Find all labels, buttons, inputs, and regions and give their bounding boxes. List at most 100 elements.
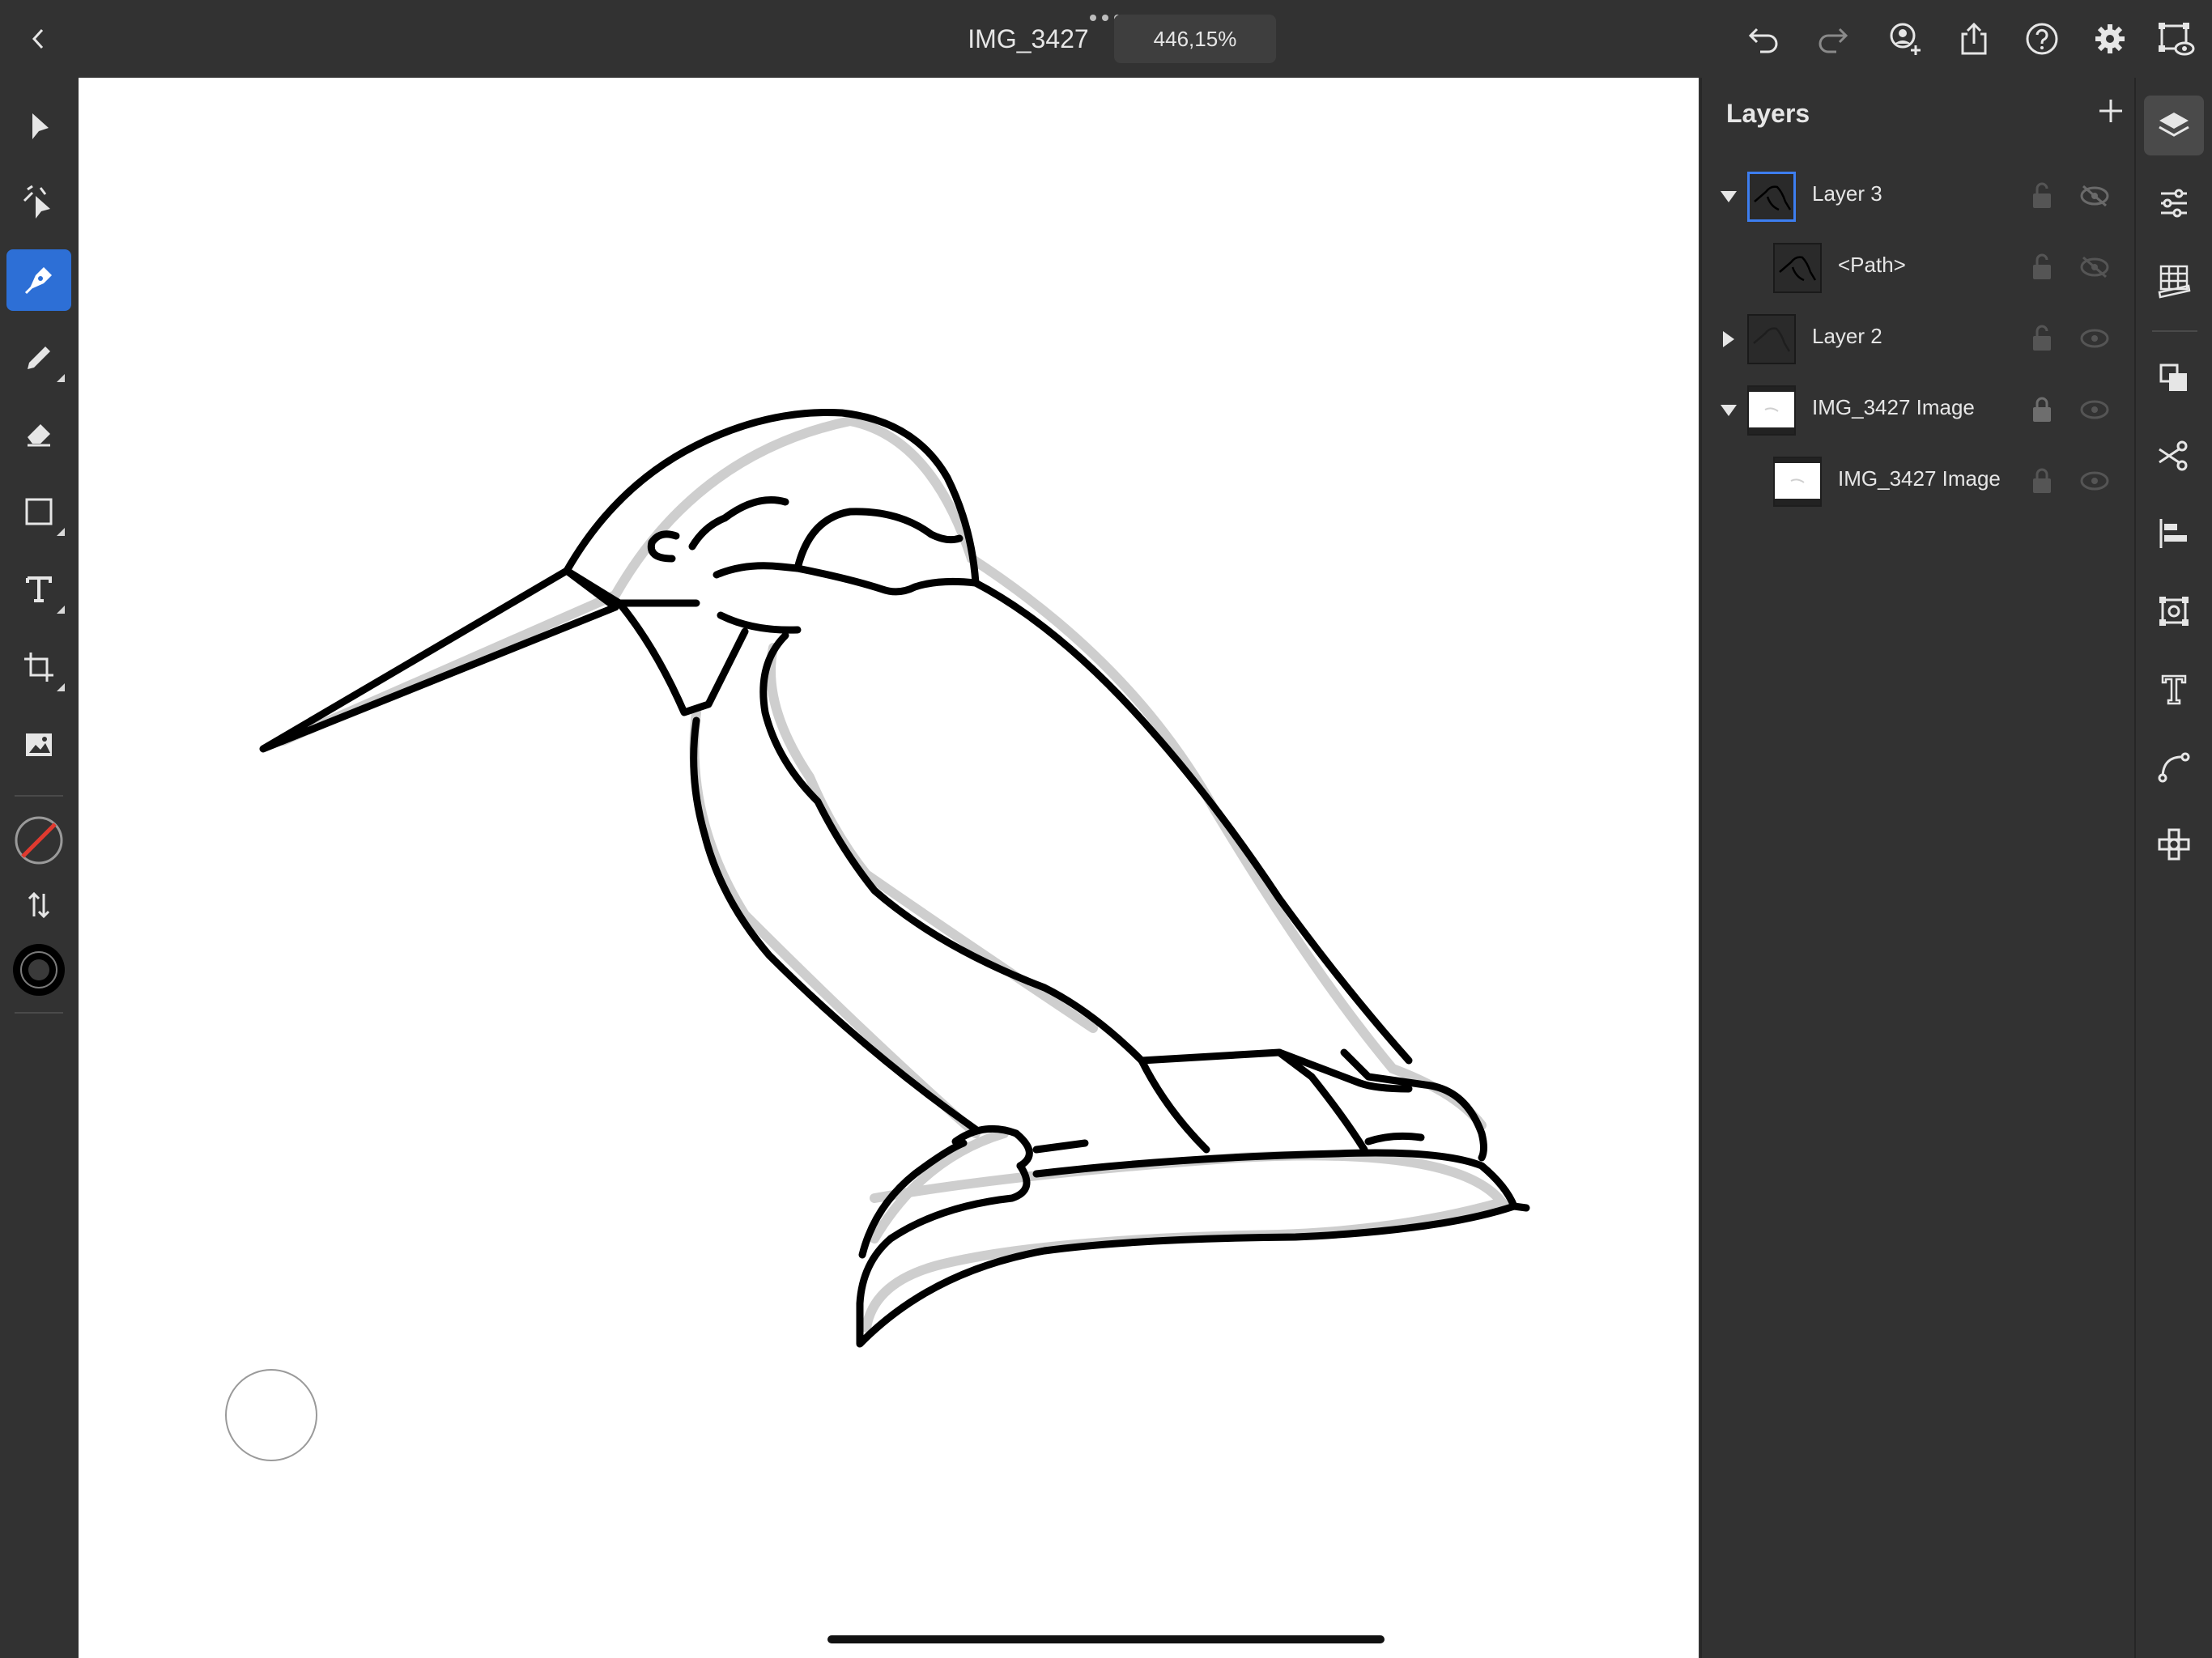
undo-button[interactable] — [1738, 15, 1789, 63]
share-button[interactable] — [1948, 15, 2000, 63]
place-image-tool[interactable] — [6, 714, 71, 776]
layer-row-path[interactable]: <Path> — [1702, 233, 2134, 304]
redo-button[interactable] — [1807, 15, 1859, 63]
layers-panel: Layers Layer 3 <Path> Layer 2 IMG_3427 I… — [1700, 78, 2134, 1658]
lock-toggle[interactable] — [2026, 180, 2058, 212]
collapse-toggle[interactable] — [1718, 400, 1739, 421]
no-fill-swatch-icon — [15, 816, 63, 865]
help-button[interactable] — [2016, 15, 2068, 63]
path-operations-button[interactable] — [2144, 426, 2204, 486]
layer-name: IMG_3427 Image — [1838, 466, 2001, 491]
visibility-toggle[interactable] — [2074, 322, 2115, 355]
eye-icon — [2080, 329, 2109, 348]
layers-icon — [2159, 113, 2189, 137]
type-tool[interactable] — [6, 559, 71, 620]
layer-row-image[interactable]: IMG_3427 Image — [1702, 447, 2134, 518]
gear-icon — [2095, 24, 2125, 53]
layer-name: IMG_3427 Image — [1812, 395, 1975, 419]
collapse-toggle[interactable] — [1718, 186, 1739, 207]
properties-icon — [2161, 189, 2187, 218]
stroke-color-swatch[interactable] — [6, 939, 71, 1001]
pen-tool[interactable] — [6, 249, 71, 311]
zoom-level[interactable]: 446,15% — [1114, 15, 1276, 63]
swap-colors-button[interactable] — [6, 874, 71, 936]
visibility-toggle[interactable] — [2074, 180, 2115, 212]
pen-icon — [24, 267, 52, 295]
layer-thumbnail — [1773, 457, 1822, 507]
path-button[interactable] — [2144, 737, 2204, 797]
triangle-right-icon — [1723, 331, 1734, 347]
arrange-icon — [2159, 363, 2187, 391]
scissors-icon — [2159, 440, 2188, 471]
artboard-canvas[interactable] — [79, 78, 1699, 1658]
fill-color-swatch[interactable] — [6, 810, 71, 871]
visibility-toggle[interactable] — [2074, 393, 2115, 426]
help-icon — [2026, 23, 2058, 55]
toolbar-divider — [15, 1012, 63, 1014]
lock-icon — [2033, 468, 2051, 493]
layer-row-layer-2[interactable]: Layer 2 — [1702, 304, 2134, 376]
triangle-down-icon — [1721, 405, 1737, 416]
type-panel-button[interactable] — [2144, 659, 2204, 719]
back-button[interactable] — [13, 15, 65, 63]
crop-icon — [24, 653, 53, 682]
lock-toggle[interactable] — [2026, 251, 2058, 283]
direct-selection-tool[interactable] — [6, 172, 71, 233]
lock-toggle[interactable] — [2026, 322, 2058, 355]
layer-row-layer-3[interactable]: Layer 3 — [1702, 162, 2134, 233]
align-button[interactable] — [2144, 504, 2204, 563]
plus-icon — [2099, 100, 2122, 122]
pencil-icon — [28, 346, 50, 369]
unlock-icon — [2033, 182, 2051, 208]
visibility-toggle[interactable] — [2074, 465, 2115, 497]
undo-icon — [1748, 28, 1778, 53]
selection-tool[interactable] — [6, 96, 71, 157]
eye-hidden-icon — [2080, 256, 2109, 278]
grid-button[interactable] — [2144, 251, 2204, 311]
eye-hidden-icon — [2080, 185, 2109, 207]
kingfisher-drawing — [259, 409, 1530, 1348]
eye-icon — [2080, 471, 2109, 491]
submenu-indicator — [57, 606, 65, 614]
layer-row-image-group[interactable]: IMG_3427 Image — [1702, 376, 2134, 447]
pencil-tool[interactable] — [6, 327, 71, 389]
properties-button[interactable] — [2144, 173, 2204, 233]
type-icon — [26, 576, 52, 602]
arrange-button[interactable] — [2144, 348, 2204, 408]
lock-icon — [2033, 397, 2051, 422]
invite-button[interactable] — [1880, 15, 1932, 63]
layer-name: Layer 2 — [1812, 324, 1882, 348]
eraser-tool[interactable] — [6, 403, 71, 465]
left-toolbar — [0, 78, 78, 1658]
layers-panel-button[interactable] — [2144, 96, 2204, 155]
submenu-indicator — [57, 683, 65, 691]
selection-icon — [32, 113, 49, 139]
layers-title: Layers — [1726, 99, 1810, 128]
lock-toggle[interactable] — [2026, 393, 2058, 426]
align-icon — [2159, 519, 2187, 548]
layer-thumbnail — [1747, 385, 1796, 436]
preview-button[interactable] — [2150, 15, 2202, 63]
invite-icon — [1890, 23, 1921, 55]
transform-button[interactable] — [2144, 581, 2204, 641]
rectangle-tool[interactable] — [6, 481, 71, 542]
settings-button[interactable] — [2084, 15, 2136, 63]
repeat-button[interactable] — [2144, 814, 2204, 874]
top-bar: IMG_3427 446,15% — [0, 0, 2212, 78]
grid-icon — [2158, 265, 2191, 299]
layer-thumbnail — [1747, 172, 1796, 222]
bird-thumbnail-icon — [1754, 185, 1792, 211]
image-icon — [26, 733, 52, 756]
unlock-icon — [2033, 325, 2051, 351]
home-indicator[interactable] — [827, 1635, 1385, 1643]
crop-tool[interactable] — [6, 636, 71, 698]
add-layer-button[interactable] — [2091, 91, 2131, 131]
lock-toggle[interactable] — [2026, 465, 2058, 497]
rectangle-icon — [25, 498, 53, 525]
bird-thumbnail-icon — [1779, 256, 1817, 282]
expand-toggle[interactable] — [1718, 329, 1739, 350]
document-title[interactable]: IMG_3427 — [939, 21, 1117, 57]
chevron-left-icon — [32, 28, 44, 49]
repeat-icon — [2158, 828, 2190, 861]
visibility-toggle[interactable] — [2074, 251, 2115, 283]
